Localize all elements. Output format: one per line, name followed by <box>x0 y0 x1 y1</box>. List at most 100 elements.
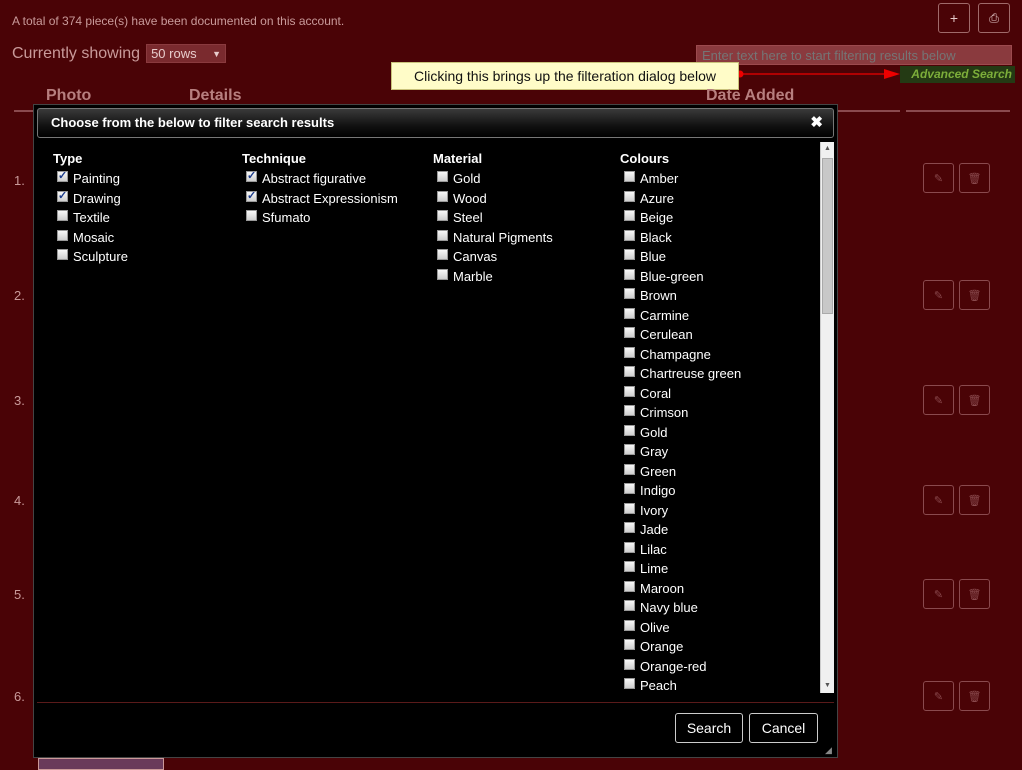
checkbox[interactable] <box>624 268 635 280</box>
checkbox[interactable] <box>624 463 635 475</box>
advanced-search-link[interactable]: Advanced Search <box>900 66 1015 83</box>
filter-option[interactable]: Jade <box>620 520 741 540</box>
column-header-date-added[interactable]: Date Added <box>706 87 794 105</box>
delete-button[interactable]: 🗑 <box>959 385 990 415</box>
filter-option[interactable]: Drawing <box>53 189 128 209</box>
checkbox[interactable] <box>624 346 635 358</box>
dialog-scrollbar[interactable]: ▲ ▼ <box>820 142 834 693</box>
edit-button[interactable]: ✎ <box>923 385 954 415</box>
filter-option[interactable]: Abstract Expressionism <box>242 189 398 209</box>
filter-option[interactable]: Gray <box>620 442 741 462</box>
edit-button[interactable]: ✎ <box>923 163 954 193</box>
checkbox[interactable] <box>624 600 635 612</box>
checkbox[interactable] <box>624 580 635 592</box>
rows-select[interactable]: 50 rows ▼ <box>146 44 227 63</box>
filter-option[interactable]: Sfumato <box>242 208 398 228</box>
checkbox[interactable] <box>624 619 635 631</box>
checkbox[interactable] <box>624 405 635 417</box>
cancel-button[interactable]: Cancel <box>749 713 818 743</box>
filter-option[interactable]: Blue <box>620 247 741 267</box>
checkbox[interactable] <box>624 327 635 339</box>
checkbox[interactable] <box>624 249 635 261</box>
add-button[interactable]: + <box>938 3 970 33</box>
filter-option[interactable]: Crimson <box>620 403 741 423</box>
filter-option[interactable]: Gold <box>433 169 553 189</box>
delete-button[interactable]: 🗑 <box>959 485 990 515</box>
filter-option[interactable]: Green <box>620 462 741 482</box>
checkbox[interactable] <box>624 171 635 183</box>
checkbox[interactable] <box>57 210 68 222</box>
filter-input[interactable] <box>696 45 1012 65</box>
checkbox[interactable] <box>437 229 448 241</box>
checkbox[interactable] <box>624 502 635 514</box>
checkbox[interactable] <box>624 658 635 670</box>
scroll-up-icon[interactable]: ▲ <box>821 142 834 156</box>
checkbox[interactable] <box>246 169 257 183</box>
filter-option[interactable]: Beige <box>620 208 741 228</box>
delete-button[interactable]: 🗑 <box>959 579 990 609</box>
checkbox[interactable] <box>246 189 257 202</box>
checkbox[interactable] <box>624 307 635 319</box>
checkbox[interactable] <box>624 483 635 495</box>
checkbox[interactable] <box>57 249 68 261</box>
filter-option[interactable]: Indigo <box>620 481 741 501</box>
checkbox[interactable] <box>624 541 635 553</box>
filter-option[interactable]: Maroon <box>620 579 741 599</box>
checkbox[interactable] <box>57 229 68 241</box>
edit-button[interactable]: ✎ <box>923 485 954 515</box>
scroll-down-icon[interactable]: ▼ <box>821 679 834 693</box>
filter-option[interactable]: Orange <box>620 637 741 657</box>
filter-option[interactable]: Ivory <box>620 501 741 521</box>
filter-option[interactable]: Cerulean <box>620 325 741 345</box>
filter-option[interactable]: Lime <box>620 559 741 579</box>
checkbox[interactable] <box>624 678 635 690</box>
close-icon[interactable]: ✖ <box>810 109 823 137</box>
filter-option[interactable]: Steel <box>433 208 553 228</box>
filter-option[interactable]: Lilac <box>620 540 741 560</box>
filter-option[interactable]: Azure <box>620 189 741 209</box>
checkbox[interactable] <box>246 210 257 222</box>
checkbox[interactable] <box>437 190 448 202</box>
filter-option[interactable]: Carmine <box>620 306 741 326</box>
filter-option[interactable]: Canvas <box>433 247 553 267</box>
checkbox[interactable] <box>437 268 448 280</box>
checkbox[interactable] <box>624 444 635 456</box>
filter-option[interactable]: Chartreuse green <box>620 364 741 384</box>
checkbox[interactable] <box>57 189 68 202</box>
filter-option[interactable]: Navy blue <box>620 598 741 618</box>
checkbox[interactable] <box>624 561 635 573</box>
filter-option[interactable]: Textile <box>53 208 128 228</box>
checkbox[interactable] <box>437 249 448 261</box>
delete-button[interactable]: 🗑 <box>959 163 990 193</box>
print-button[interactable]: ⎙ <box>978 3 1010 33</box>
checkbox[interactable] <box>624 424 635 436</box>
edit-button[interactable]: ✎ <box>923 579 954 609</box>
artwork-thumbnail[interactable] <box>38 758 164 770</box>
checkbox[interactable] <box>624 385 635 397</box>
column-header-photo[interactable]: Photo <box>46 87 91 105</box>
filter-option[interactable]: Abstract figurative <box>242 169 398 189</box>
filter-option[interactable]: Amber <box>620 169 741 189</box>
filter-option[interactable]: Black <box>620 228 741 248</box>
filter-option[interactable]: Painting <box>53 169 128 189</box>
filter-option[interactable]: Champagne <box>620 345 741 365</box>
dialog-titlebar[interactable]: Choose from the below to filter search r… <box>37 108 834 138</box>
checkbox[interactable] <box>437 171 448 183</box>
checkbox[interactable] <box>437 210 448 222</box>
resize-handle-icon[interactable]: ◢ <box>825 745 835 755</box>
filter-option[interactable]: Peach <box>620 676 741 693</box>
filter-option[interactable]: Coral <box>620 384 741 404</box>
filter-option[interactable]: Marble <box>433 267 553 287</box>
checkbox[interactable] <box>57 169 68 183</box>
checkbox[interactable] <box>624 210 635 222</box>
filter-option[interactable]: Orange-red <box>620 657 741 677</box>
checkbox[interactable] <box>624 229 635 241</box>
scrollbar-thumb[interactable] <box>822 158 833 314</box>
search-button[interactable]: Search <box>675 713 743 743</box>
edit-button[interactable]: ✎ <box>923 681 954 711</box>
delete-button[interactable]: 🗑 <box>959 681 990 711</box>
checkbox[interactable] <box>624 639 635 651</box>
filter-option[interactable]: Sculpture <box>53 247 128 267</box>
checkbox[interactable] <box>624 366 635 378</box>
filter-option[interactable]: Mosaic <box>53 228 128 248</box>
